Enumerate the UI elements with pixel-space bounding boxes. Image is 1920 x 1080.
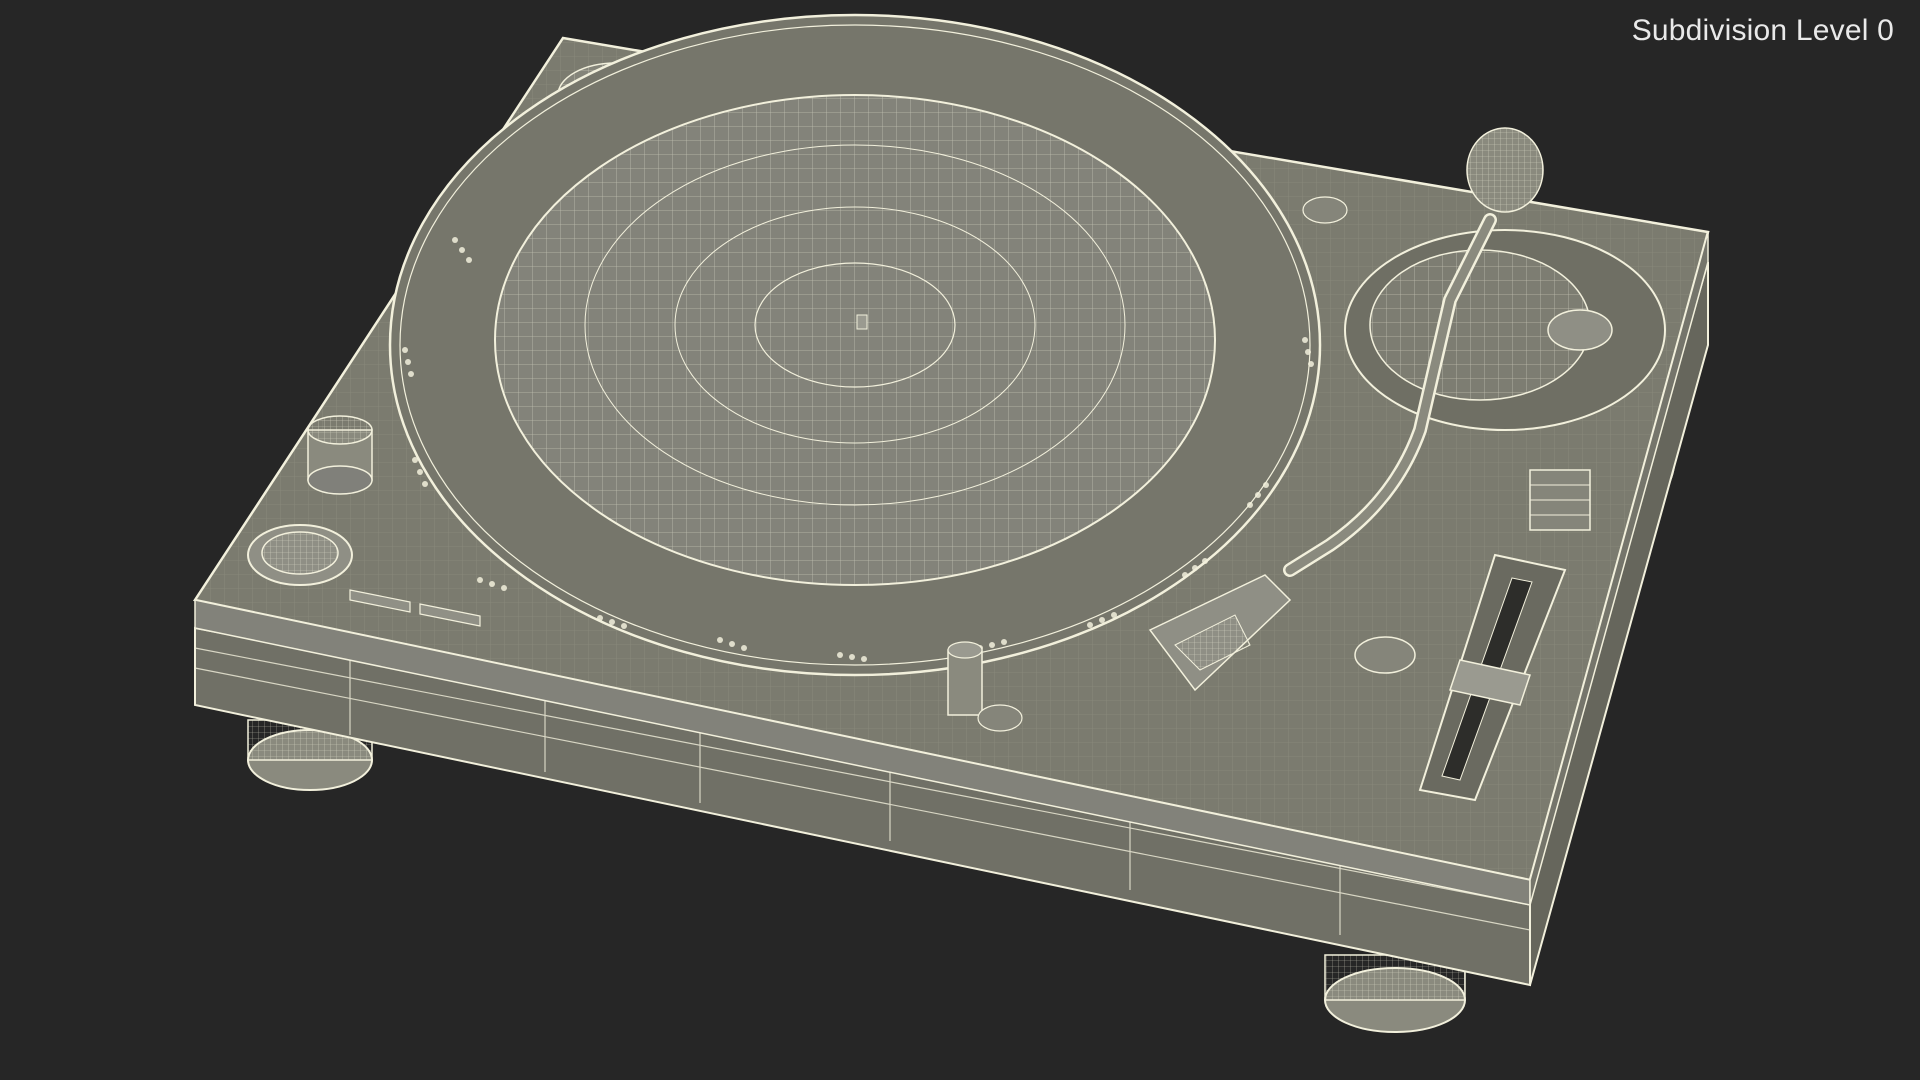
arm-rest (1529, 469, 1591, 531)
platter[interactable] (388, 13, 1322, 677)
render-viewport: Subdivision Level 0 (0, 0, 1920, 1080)
target-light (947, 641, 983, 716)
start-stop-button[interactable] (247, 524, 353, 586)
turntable-render (192, 13, 1710, 1033)
subdivision-level-label: Subdivision Level 0 (1631, 14, 1894, 47)
pitch-reset-indicator (977, 704, 1023, 732)
power-knob[interactable] (307, 415, 373, 495)
spindle (856, 314, 868, 330)
counterweight[interactable] (1466, 127, 1544, 213)
tonearm-base (1344, 229, 1666, 431)
